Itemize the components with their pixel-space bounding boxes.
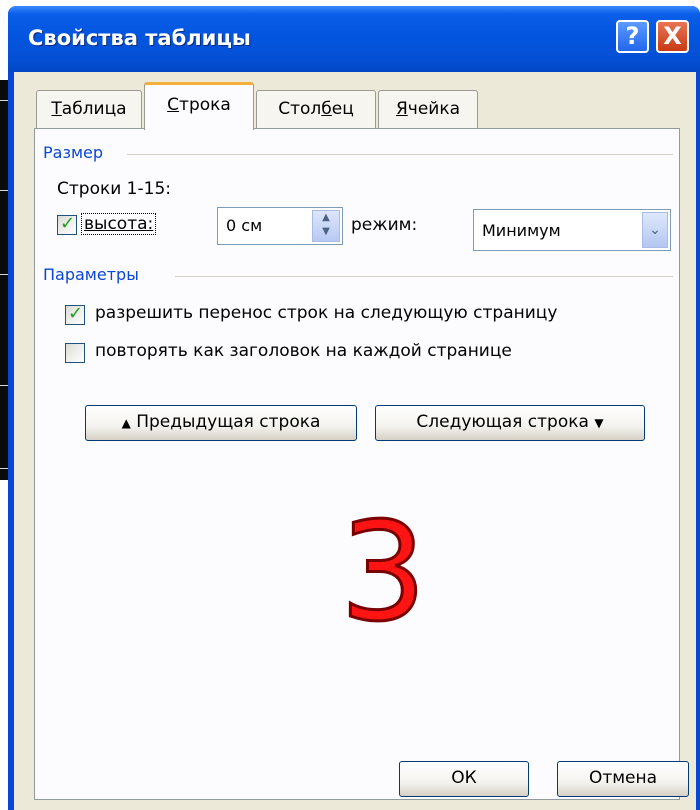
mode-selected-value: Минимум bbox=[482, 221, 561, 240]
params-group-divider bbox=[175, 276, 673, 277]
tab-column[interactable]: Столбец bbox=[256, 90, 376, 128]
tab-table-mnemonic: Т bbox=[51, 99, 62, 119]
title-bar[interactable]: Свойства таблицы ? X bbox=[8, 6, 700, 72]
tab-row-mnemonic: С bbox=[167, 95, 180, 115]
tab-cell-label: чейка bbox=[407, 99, 461, 119]
tab-row-label: трока bbox=[179, 95, 231, 115]
spinner-arrows-icon[interactable]: ▲ ▼ bbox=[312, 210, 340, 242]
height-checkbox[interactable]: ✓ bbox=[57, 213, 77, 235]
dialog-client-area: Таблица Строка Столбец Ячейка Размер Стр… bbox=[14, 72, 696, 810]
tab-table[interactable]: Таблица bbox=[36, 90, 142, 128]
repeat-header-label[interactable]: повторять как заголовок на каждой страни… bbox=[95, 341, 512, 361]
tab-cell[interactable]: Ячейка bbox=[378, 90, 478, 128]
ok-button[interactable]: ОК bbox=[399, 761, 529, 797]
cancel-button[interactable]: Отмена bbox=[557, 761, 689, 797]
close-button[interactable]: X bbox=[656, 20, 689, 53]
size-group-label: Размер bbox=[43, 143, 104, 162]
tab-column-label: ец bbox=[331, 99, 354, 119]
height-value-spinner[interactable]: 0 см ▲ ▼ bbox=[217, 207, 343, 245]
tab-cell-mnemonic: Я bbox=[395, 99, 408, 119]
params-group-label: Параметры bbox=[43, 265, 139, 284]
row-tab-panel: Размер Строки 1-15: ✓ высота: 0 см ▲ ▼ ре… bbox=[34, 128, 680, 800]
chevron-down-icon[interactable]: ⌄ bbox=[642, 212, 668, 248]
next-row-button[interactable]: Следующая строка ▼ bbox=[375, 405, 645, 441]
help-button[interactable]: ? bbox=[616, 20, 649, 53]
allow-row-break-checkbox[interactable]: ✓ bbox=[65, 303, 85, 325]
rows-range-label: Строки 1-15: bbox=[57, 179, 171, 199]
repeat-header-checkbox[interactable] bbox=[65, 343, 85, 363]
height-label-text: высота: bbox=[84, 214, 154, 234]
size-group-divider bbox=[127, 154, 673, 155]
tab-column-mnemonic: б bbox=[321, 99, 332, 119]
allow-row-break-label[interactable]: разрешить перенос строк на следующую стр… bbox=[95, 303, 557, 323]
dialog-title: Свойства таблицы bbox=[28, 26, 251, 50]
tab-column-label-pre: Стол bbox=[278, 99, 322, 119]
table-properties-dialog: Свойства таблицы ? X Таблица Строка Стол… bbox=[8, 6, 700, 810]
previous-row-label: Предыдущая строка bbox=[136, 412, 321, 432]
mode-select[interactable]: Минимум ⌄ bbox=[473, 209, 671, 251]
previous-row-button[interactable]: ▲ Предыдущая строка bbox=[85, 405, 357, 441]
next-row-label: Следующая строка bbox=[416, 412, 589, 432]
up-arrow-icon: ▲ bbox=[121, 416, 131, 430]
down-arrow-icon: ▼ bbox=[594, 416, 604, 430]
tab-table-label: аблица bbox=[61, 99, 127, 119]
checkmark-icon: ✓ bbox=[68, 303, 84, 324]
mode-label: режим: bbox=[351, 215, 418, 235]
height-value: 0 см bbox=[226, 216, 263, 235]
overlay-number: 3 bbox=[339, 494, 429, 652]
height-checkbox-label[interactable]: высота: bbox=[81, 213, 157, 235]
checkmark-icon: ✓ bbox=[60, 213, 76, 234]
tab-row[interactable]: Строка bbox=[144, 82, 254, 130]
